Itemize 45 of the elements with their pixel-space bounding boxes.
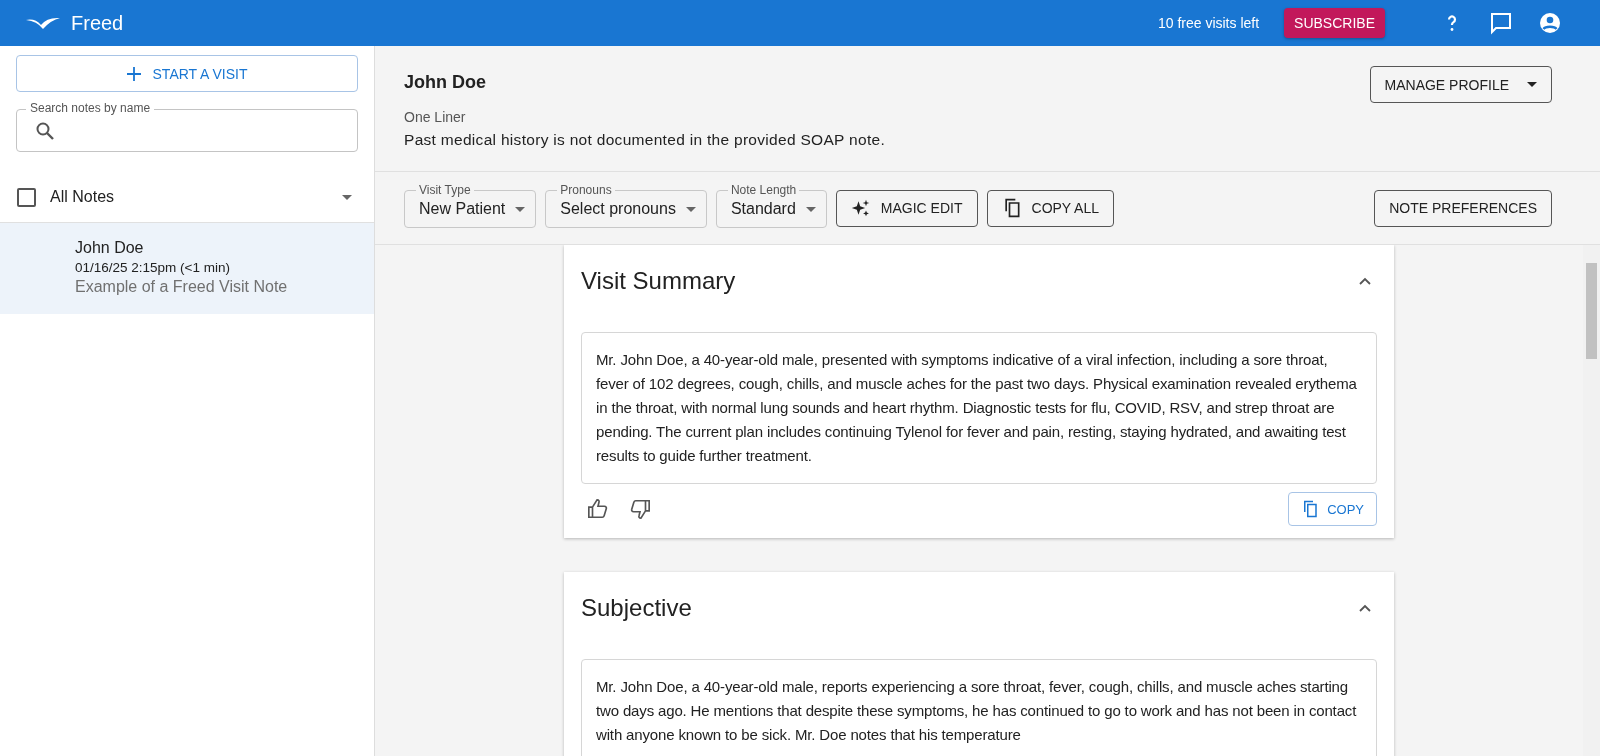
- copy-icon: [1301, 500, 1320, 518]
- thumbs-up-icon[interactable]: [587, 498, 609, 520]
- section-title: Visit Summary: [581, 267, 736, 295]
- note-text: Mr. John Doe, a 40-year-old male, reports experiencing a sore throat, fever, cough, chills, and muscle aches starting two days ago. He mentions that despite these symptoms, he has continued to go to work and has not been in contact with anyone known to be sick. Mr. Doe notes that his temperature: [596, 678, 1357, 743]
- select-label: Note Length: [727, 183, 800, 197]
- caret-icon[interactable]: [342, 194, 352, 200]
- visits-left-text: 10 free visits left: [1157, 15, 1260, 31]
- note-item[interactable]: John Doe 01/16/25 2:15pm (<1 min) Example of a Freed Visit Note: [0, 223, 374, 314]
- thumbs-down-icon[interactable]: [629, 498, 651, 520]
- start-visit-button[interactable]: START A VISIT: [16, 55, 358, 92]
- caret-icon: [805, 206, 816, 212]
- manage-profile-button[interactable]: MANAGE PROFILE: [1369, 66, 1552, 103]
- chevron-icon[interactable]: [1359, 277, 1371, 285]
- brand-name: Freed: [71, 11, 124, 35]
- caret-icon: [515, 206, 526, 212]
- plus-icon: [126, 66, 141, 81]
- account-icon[interactable]: [1538, 11, 1562, 35]
- select-value: Standard: [730, 200, 796, 218]
- copy-button[interactable]: COPY: [1288, 492, 1377, 526]
- caret-icon: [685, 206, 696, 212]
- checkbox[interactable]: [17, 187, 36, 207]
- copy-all-button[interactable]: COPY ALL: [986, 189, 1114, 227]
- one-liner-label: One Liner: [404, 109, 467, 125]
- sparkles-icon: [850, 198, 871, 218]
- note-date: 01/16/25 2:15pm (<1 min): [75, 260, 231, 275]
- select-value: New Patient: [419, 200, 506, 218]
- magic-edit-button[interactable]: MAGIC EDIT: [835, 189, 978, 227]
- note-text-box[interactable]: [581, 659, 1377, 756]
- note-preferences-button[interactable]: NOTE PREFERENCES: [1374, 189, 1552, 227]
- subscribe-button[interactable]: SUBSCRIBE: [1284, 8, 1385, 38]
- search-label: Search notes by name: [26, 101, 155, 116]
- select-value: Select pronouns: [560, 200, 676, 218]
- select-label: Pronouns: [557, 183, 615, 197]
- select-label: Visit Type: [416, 183, 474, 197]
- note-name: John Doe: [75, 239, 145, 257]
- filter-label: All Notes: [50, 188, 116, 206]
- caret-icon: [1527, 82, 1537, 87]
- patient-name: John Doe: [404, 72, 487, 93]
- note-subtitle: Example of a Freed Visit Note: [75, 278, 289, 296]
- chat-icon[interactable]: [1489, 11, 1513, 35]
- note-text: Mr. John Doe, a 40-year-old male, presented with symptoms indicative of a viral infection, including a sore throat, fever of 102 degrees, cough, chills, and muscle aches for the past two days. Physical examination revealed erythema in the throat, with normal lung sounds and heart rhythm. Diagnostic tests for flu, COVID, RSV, and strep throat are pending. The current plan includes continuing Tylenol for fever and pain, resting, staying hydrated, and awaiting test results to guide further treatment.: [596, 351, 1357, 464]
- note-text-box[interactable]: [581, 332, 1377, 484]
- section-title: Subjective: [581, 594, 692, 622]
- chevron-icon[interactable]: [1359, 604, 1371, 612]
- one-liner-text: Past medical history is not documented in the provided SOAP note.: [404, 131, 887, 149]
